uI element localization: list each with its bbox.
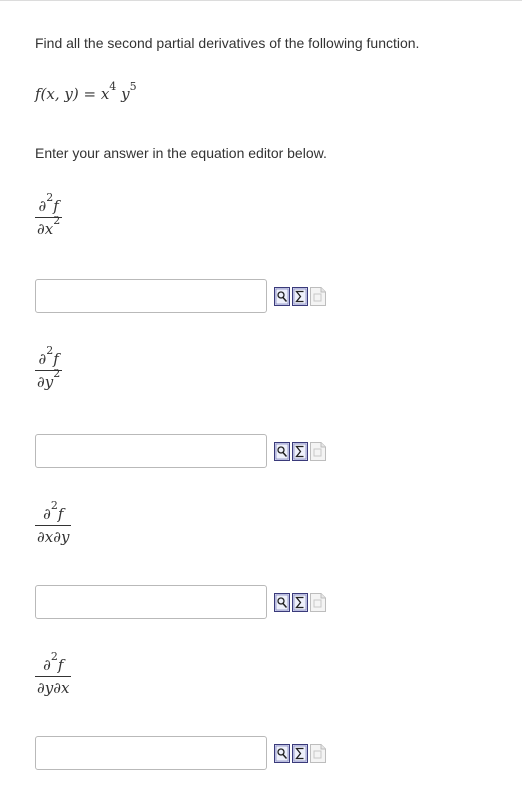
- answer-row-2: [35, 434, 326, 468]
- equation-editor-icon[interactable]: [292, 441, 308, 461]
- preview-icon[interactable]: [274, 441, 290, 461]
- fraction-bar: [35, 676, 72, 677]
- fraction-d2f-dx2: ∂2f ∂x2: [35, 191, 63, 238]
- top-divider: [0, 0, 522, 1]
- fraction-d2f-dydx: ∂2f ∂y∂x: [35, 650, 72, 697]
- help-page-icon[interactable]: [310, 592, 326, 612]
- help-page-icon[interactable]: [310, 743, 326, 763]
- help-page-icon[interactable]: [310, 286, 326, 306]
- answer-input-1[interactable]: [35, 279, 267, 313]
- preview-icon[interactable]: [274, 592, 290, 612]
- help-page-icon[interactable]: [310, 441, 326, 461]
- fraction-d2f-dxdy: ∂2f ∂x∂y: [35, 499, 72, 546]
- question-prompt: Find all the second partial derivatives …: [35, 35, 420, 51]
- fraction-d2f-dy2: ∂2f ∂y2: [35, 344, 63, 391]
- answer-row-4: [35, 736, 326, 770]
- answer-row-1: [35, 279, 326, 313]
- function-definition: f(x, y) = x4 y5: [35, 80, 137, 103]
- answer-input-4[interactable]: [35, 736, 267, 770]
- equation-editor-icon[interactable]: [292, 286, 308, 306]
- equation-editor-icon[interactable]: [292, 592, 308, 612]
- preview-icon[interactable]: [274, 743, 290, 763]
- answer-input-3[interactable]: [35, 585, 267, 619]
- instruction-text: Enter your answer in the equation editor…: [35, 145, 327, 161]
- fraction-bar: [35, 525, 72, 526]
- equation-editor-icon[interactable]: [292, 743, 308, 763]
- answer-row-3: [35, 585, 326, 619]
- preview-icon[interactable]: [274, 286, 290, 306]
- answer-input-2[interactable]: [35, 434, 267, 468]
